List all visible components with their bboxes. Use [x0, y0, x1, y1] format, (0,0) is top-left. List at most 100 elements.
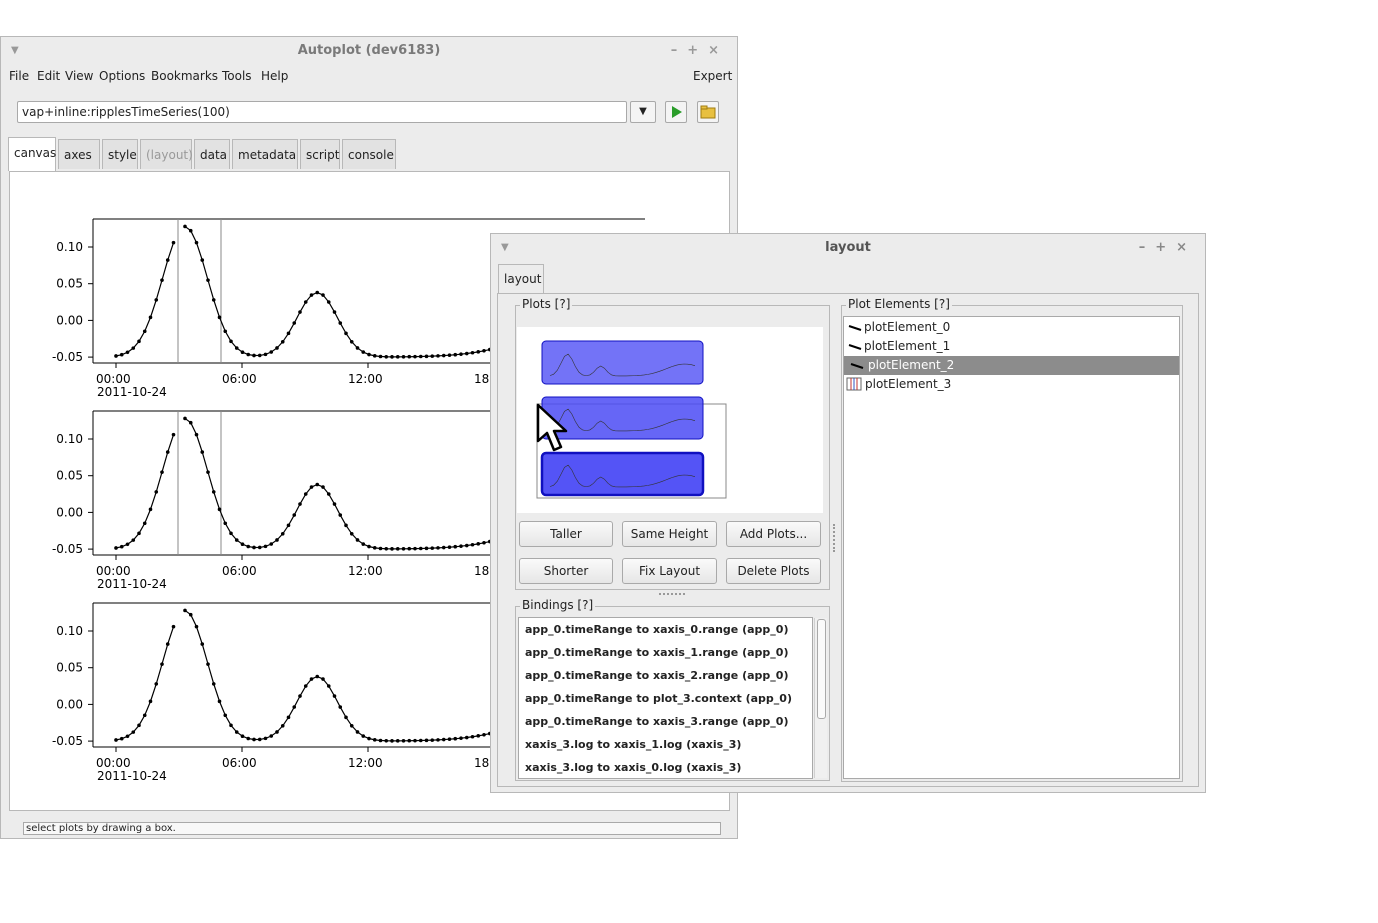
data-point	[303, 492, 308, 496]
data-point	[372, 738, 377, 742]
plot-element-row[interactable]: plotElement_0	[844, 318, 1179, 337]
menu-bookmarks[interactable]: Bookmarks	[151, 69, 218, 83]
y-tick-label: 0.10	[56, 240, 83, 254]
tab-script[interactable]: script	[300, 139, 340, 169]
tab-style[interactable]: style	[102, 139, 138, 169]
data-point	[298, 502, 302, 506]
tab-layout[interactable]: (layout)	[140, 139, 193, 169]
browse-button[interactable]	[697, 101, 719, 123]
taller-button[interactable]: Taller	[519, 521, 613, 547]
data-point	[160, 278, 164, 282]
data-point	[298, 310, 302, 314]
data-point	[160, 470, 164, 474]
uri-dropdown-button[interactable]: ▼	[630, 101, 656, 123]
plots-group-label[interactable]: Plots [?]	[520, 297, 573, 311]
bindings-scrollbar[interactable]	[814, 618, 827, 778]
fix-layout-button[interactable]: Fix Layout	[622, 558, 717, 584]
plot-element-row-selected[interactable]: plotElement_2	[844, 356, 1179, 375]
data-point	[269, 350, 274, 354]
window-title: Autoplot (dev6183)	[297, 43, 441, 58]
data-point	[349, 339, 354, 344]
tab-canvas[interactable]: canvas	[8, 137, 56, 171]
data-point	[183, 224, 187, 229]
tab-data[interactable]: data	[194, 139, 230, 169]
data-point	[390, 547, 394, 551]
data-point	[321, 677, 325, 681]
binding-item[interactable]: app_0.timeRange to plot_3.context (app_0…	[525, 687, 792, 710]
data-point	[355, 730, 360, 734]
uri-input[interactable]: vap+inline:ripplesTimeSeries(100)	[17, 101, 627, 123]
maximize-icon[interactable]: +	[1155, 240, 1176, 255]
menu-file[interactable]: File	[9, 69, 29, 83]
data-point	[206, 278, 210, 282]
horizontal-splitter-handle[interactable]	[659, 593, 685, 597]
data-point	[441, 737, 446, 742]
menu-view[interactable]: View	[65, 69, 93, 83]
data-point	[303, 300, 308, 304]
x-tick-label: 06:00	[222, 756, 257, 770]
tab-console[interactable]: console	[342, 139, 396, 169]
bindings-list[interactable]: app_0.timeRange to xaxis_0.range (app_0)…	[518, 617, 813, 779]
data-point	[125, 734, 130, 739]
title-bar[interactable]: ▼ Autoplot (dev6183) –+×	[1, 37, 737, 65]
binding-item[interactable]: xaxis_3.log to xaxis_0.log (xaxis_3)	[525, 756, 741, 778]
plot-elements-group-label[interactable]: Plot Elements [?]	[846, 297, 952, 311]
data-point	[171, 432, 176, 437]
tab-metadata[interactable]: metadata	[232, 139, 298, 169]
binding-item[interactable]: app_0.timeRange to xaxis_2.range (app_0)	[525, 664, 788, 687]
data-point	[206, 470, 210, 474]
add-plots-button[interactable]: Add Plots...	[726, 521, 821, 547]
menu-tools[interactable]: Tools	[222, 69, 252, 83]
binding-item[interactable]: app_0.timeRange to xaxis_3.range (app_0)	[525, 710, 788, 733]
plot-elements-list[interactable]: plotElement_0 plotElement_1 plotElement_…	[843, 316, 1180, 779]
maximize-icon[interactable]: +	[687, 43, 708, 58]
data-point	[349, 531, 354, 536]
shorter-button[interactable]: Shorter	[519, 558, 613, 584]
minimize-icon[interactable]: –	[1139, 240, 1156, 255]
tab-axes[interactable]: axes	[58, 139, 100, 169]
data-point	[407, 738, 412, 743]
data-point	[280, 531, 285, 536]
menu-help[interactable]: Help	[261, 69, 288, 83]
binding-item[interactable]: app_0.timeRange to xaxis_0.range (app_0)	[525, 618, 788, 641]
plot-element-row[interactable]: plotElement_3	[844, 375, 1179, 394]
data-point	[441, 545, 446, 550]
data-point	[401, 355, 406, 359]
binding-item[interactable]: xaxis_3.log to xaxis_1.log (xaxis_3)	[525, 733, 741, 756]
layout-title-bar[interactable]: ▼ layout –+×	[491, 234, 1205, 262]
layout-window-menu-icon[interactable]: ▼	[501, 234, 509, 262]
layout-window-controls: –+×	[1139, 234, 1197, 262]
bindings-group-label[interactable]: Bindings [?]	[520, 598, 596, 612]
data-point	[119, 352, 124, 357]
data-point	[436, 738, 440, 742]
same-height-button[interactable]: Same Height	[622, 521, 717, 547]
data-point	[171, 624, 176, 629]
go-button[interactable]	[665, 101, 687, 123]
data-point	[303, 684, 308, 688]
x-tick-label: 06:00	[222, 372, 257, 386]
data-point	[194, 432, 199, 437]
delete-plots-button[interactable]: Delete Plots	[726, 558, 821, 584]
data-point	[464, 735, 469, 740]
close-icon[interactable]: ×	[1176, 240, 1197, 255]
data-point	[223, 713, 228, 718]
window-menu-icon[interactable]: ▼	[11, 37, 19, 65]
x-tick-label: 12:00	[348, 564, 383, 578]
binding-item[interactable]: app_0.timeRange to xaxis_1.range (app_0)	[525, 641, 788, 664]
expert-toggle[interactable]: Expert	[693, 69, 732, 83]
plot-element-row[interactable]: plotElement_1	[844, 337, 1179, 356]
close-icon[interactable]: ×	[708, 43, 729, 58]
vertical-splitter-handle[interactable]	[833, 524, 837, 552]
menu-edit[interactable]: Edit	[37, 69, 60, 83]
data-point	[372, 546, 377, 550]
y-tick-label: 0.00	[56, 697, 83, 711]
y-tick-label: -0.05	[52, 734, 83, 748]
plot-element-label: plotElement_3	[865, 377, 952, 391]
minimize-icon[interactable]: –	[671, 43, 688, 58]
data-point	[395, 739, 400, 743]
scrollbar-thumb[interactable]	[817, 619, 826, 719]
data-point	[453, 352, 458, 357]
menu-options[interactable]: Options	[99, 69, 145, 83]
layout-tab[interactable]: layout	[498, 264, 544, 294]
data-point	[424, 354, 429, 359]
